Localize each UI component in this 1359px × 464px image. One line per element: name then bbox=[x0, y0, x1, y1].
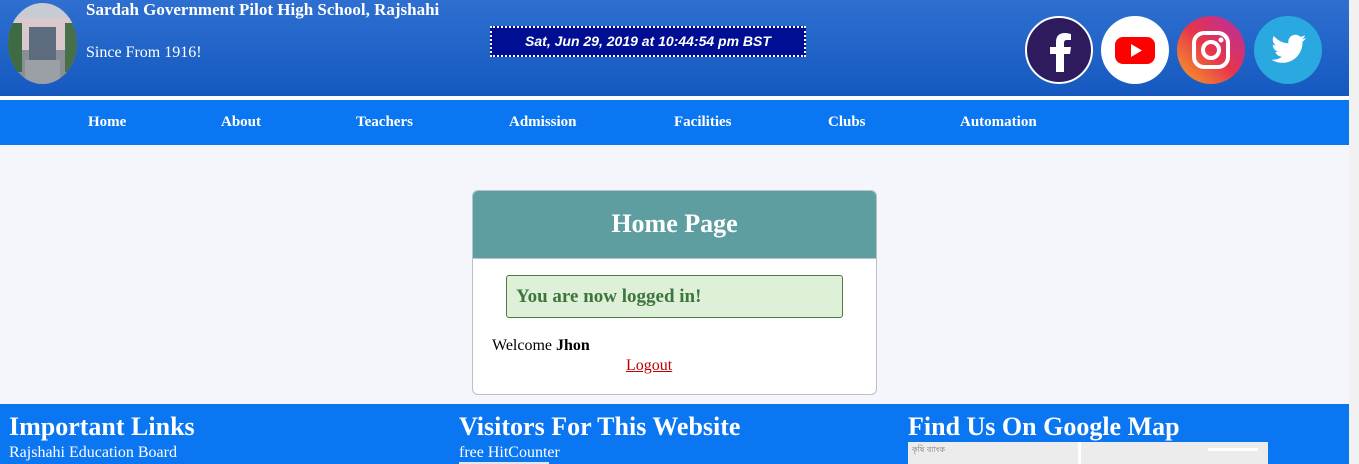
site-header: Sardah Government Pilot High School, Raj… bbox=[0, 0, 1349, 96]
school-logo[interactable] bbox=[8, 3, 77, 84]
youtube-icon[interactable] bbox=[1101, 16, 1169, 84]
nav-about[interactable]: About bbox=[221, 114, 261, 131]
login-success-alert: You are now logged in! bbox=[506, 275, 843, 318]
nav-facilities[interactable]: Facilities bbox=[674, 114, 731, 131]
link-rajshahi-education-board[interactable]: Rajshahi Education Board bbox=[9, 444, 177, 462]
username: Jhon bbox=[556, 337, 590, 354]
card-title: Home Page bbox=[473, 191, 876, 259]
welcome-label: Welcome bbox=[492, 337, 553, 354]
welcome-text: Welcome Jhon bbox=[492, 337, 590, 355]
facebook-icon[interactable] bbox=[1025, 16, 1093, 84]
visitors-heading: Visitors For This Website bbox=[459, 412, 741, 441]
google-map[interactable]: কৃষি ব্যাংক bbox=[908, 442, 1268, 464]
since-text: Since From 1916! bbox=[86, 44, 202, 61]
important-links-heading: Important Links bbox=[9, 412, 195, 441]
school-name: Sardah Government Pilot High School, Raj… bbox=[86, 0, 440, 19]
datetime-display: Sat, Jun 29, 2019 at 10:44:54 pm BST bbox=[490, 26, 806, 57]
nav-automation[interactable]: Automation bbox=[960, 114, 1037, 131]
instagram-icon[interactable] bbox=[1177, 16, 1245, 84]
nav-admission[interactable]: Admission bbox=[509, 114, 577, 131]
vertical-scrollbar[interactable] bbox=[1349, 0, 1359, 464]
hitcounter-link[interactable]: free HitCounter bbox=[459, 444, 560, 462]
nav-home[interactable]: Home bbox=[88, 114, 126, 131]
logout-link[interactable]: Logout bbox=[626, 357, 672, 375]
map-label: কৃষি ব্যাংক bbox=[912, 445, 945, 454]
home-card: Home Page You are now logged in! Welcome… bbox=[472, 190, 877, 395]
nav-teachers[interactable]: Teachers bbox=[356, 114, 413, 131]
twitter-icon[interactable] bbox=[1254, 16, 1322, 84]
map-heading: Find Us On Google Map bbox=[908, 412, 1180, 441]
main-nav: Home About Teachers Admission Facilities… bbox=[0, 100, 1349, 145]
site-footer: Important Links Rajshahi Education Board… bbox=[0, 404, 1349, 464]
nav-clubs[interactable]: Clubs bbox=[828, 114, 866, 131]
